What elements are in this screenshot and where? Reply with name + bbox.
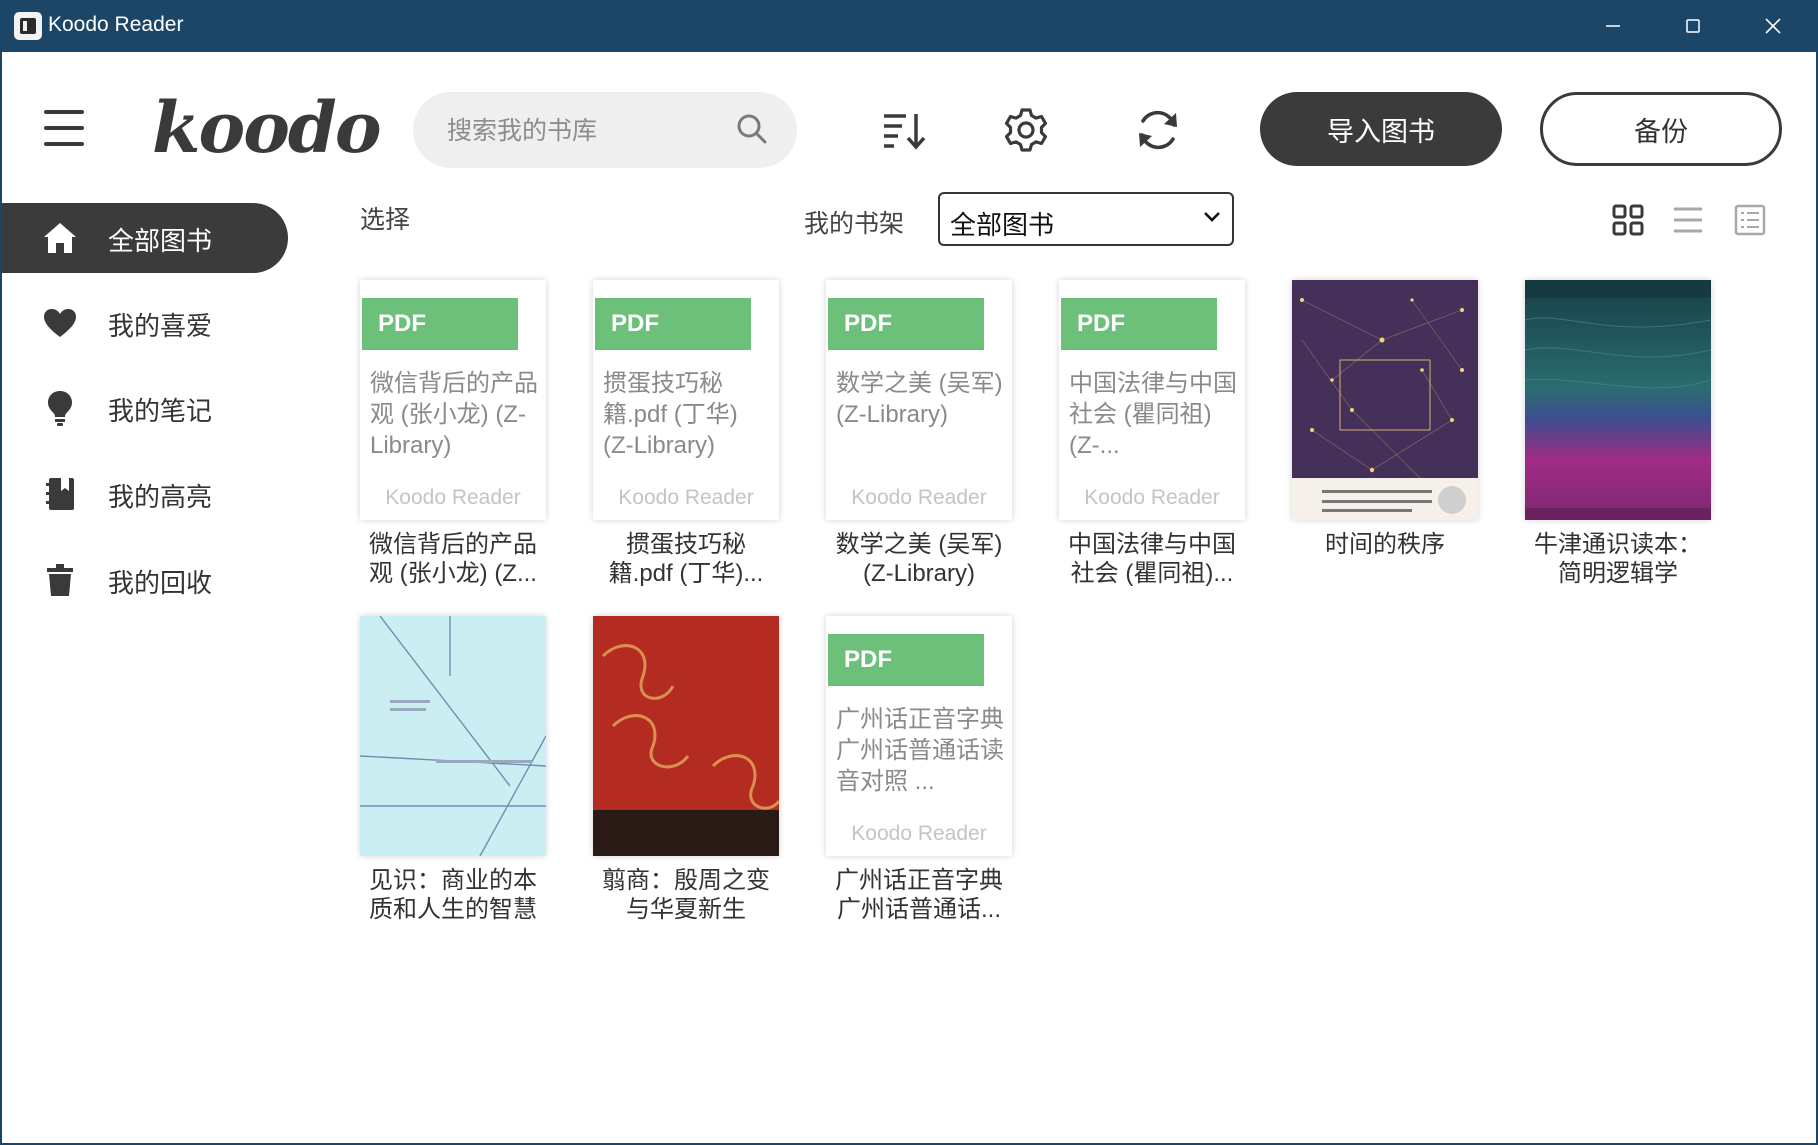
highlight-book-icon (42, 476, 78, 512)
book-cover[interactable]: PDF 广州话正音字典广州话普通话读音对照 ... Koodo Reader (826, 616, 1012, 856)
cover-title: 微信背后的产品观 (张小龙) (Z-Library) (370, 370, 538, 459)
card-view-icon (1734, 204, 1766, 236)
book-cover[interactable]: PDF 掼蛋技巧秘籍.pdf (丁华) (Z-Library) Koodo Re… (593, 280, 779, 520)
maximize-icon (1686, 19, 1700, 33)
cover-image (1525, 280, 1711, 520)
cover-title: 中国法律与中国社会 (瞿同祖) (Z-... (1069, 370, 1237, 459)
backup-button[interactable]: 备份 (1540, 92, 1782, 166)
book-title: 牛津通识读本： 简明逻辑学 (1534, 531, 1702, 587)
sidebar-item-label: 我的喜爱 (108, 312, 213, 342)
book-title: 时间的秩序 (1325, 531, 1445, 558)
book-title: 广州话正音字典 广州话普通话... (835, 867, 1003, 923)
book-cover[interactable] (1292, 280, 1478, 520)
sidebar-item-trash[interactable]: 我的回收 (2, 545, 288, 615)
app-logo-icon (14, 12, 42, 40)
select-mode-button[interactable]: 选择 (360, 200, 410, 236)
minimize-icon (1606, 25, 1620, 27)
home-icon (42, 220, 78, 256)
sidebar-item-favorites[interactable]: 我的喜爱 (2, 288, 288, 358)
pdf-badge: PDF (595, 298, 751, 350)
sidebar-item-notes[interactable]: 我的笔记 (2, 373, 288, 443)
minimize-button[interactable] (1578, 0, 1648, 52)
sort-icon (884, 114, 926, 150)
window-title: Koodo Reader (48, 13, 184, 36)
close-button[interactable] (1738, 0, 1808, 52)
list-view-button[interactable] (1670, 202, 1706, 238)
chevron-down-icon (1204, 212, 1220, 222)
sidebar-item-label: 我的笔记 (108, 397, 213, 427)
grid-view-button[interactable] (1610, 202, 1646, 238)
cover-image (593, 616, 779, 856)
shelf-select[interactable]: 全部图书 (938, 192, 1234, 246)
settings-button[interactable] (998, 102, 1054, 158)
book-title: 微信背后的产品观 (张小龙) (Z... (369, 531, 537, 587)
book-title: 掼蛋技巧秘 籍.pdf (丁华)... (608, 531, 764, 587)
book-cover[interactable] (593, 616, 779, 856)
pdf-badge: PDF (362, 298, 518, 350)
gear-icon (1004, 108, 1048, 152)
koodo-logo: koodo (152, 86, 382, 169)
card-view-button[interactable] (1732, 202, 1768, 238)
cover-image (1292, 280, 1478, 520)
book-title: 见识：商业的本 质和人生的智慧 (369, 867, 537, 923)
hamburger-menu-button[interactable] (44, 110, 84, 146)
cover-footer: Koodo Reader (618, 486, 754, 509)
sidebar-item-all-books[interactable]: 全部图书 (2, 203, 288, 273)
sidebar-item-highlights[interactable]: 我的高亮 (2, 459, 288, 529)
cover-image (360, 616, 546, 856)
sync-button[interactable] (1130, 102, 1186, 158)
book-cover[interactable]: PDF 数学之美 (吴军) (Z-Library) Koodo Reader (826, 280, 1012, 520)
shelf-select-value: 全部图书 (950, 211, 1055, 241)
search-input[interactable] (447, 110, 727, 150)
import-books-button[interactable]: 导入图书 (1260, 92, 1502, 166)
grid-view-icon (1612, 204, 1644, 236)
cover-title: 数学之美 (吴军) (Z-Library) (836, 370, 1003, 428)
cover-footer: Koodo Reader (851, 486, 987, 509)
shelf-label: 我的书架 (804, 209, 905, 238)
cover-title: 广州话正音字典广州话普通话读音对照 ... (836, 706, 1004, 795)
trash-icon (42, 562, 78, 598)
book-cover[interactable]: PDF 中国法律与中国社会 (瞿同祖) (Z-... Koodo Reader (1059, 280, 1245, 520)
sort-button[interactable] (876, 102, 932, 158)
cover-footer: Koodo Reader (1084, 486, 1220, 509)
lightbulb-icon (42, 390, 78, 426)
list-view-icon (1674, 207, 1702, 233)
sidebar-item-label: 全部图书 (108, 227, 213, 257)
search-box[interactable] (413, 92, 797, 168)
book-cover[interactable] (360, 616, 546, 856)
search-icon[interactable] (735, 112, 769, 146)
cover-footer: Koodo Reader (385, 486, 521, 509)
sidebar-item-label: 我的回收 (108, 569, 213, 599)
book-cover[interactable] (1525, 280, 1711, 520)
cover-footer: Koodo Reader (851, 822, 987, 845)
pdf-badge: PDF (1061, 298, 1217, 350)
book-title: 中国法律与中国 社会 (瞿同祖)... (1068, 531, 1236, 587)
pdf-badge: PDF (828, 634, 984, 686)
title-bar: Koodo Reader (0, 0, 1818, 52)
maximize-button[interactable] (1658, 0, 1728, 52)
book-cover[interactable]: PDF 微信背后的产品观 (张小龙) (Z-Library) Koodo Rea… (360, 280, 546, 520)
heart-icon (42, 305, 78, 341)
sidebar-item-label: 我的高亮 (108, 483, 213, 513)
sync-icon (1139, 110, 1177, 150)
book-title: 翦商：殷周之变 与华夏新生 (602, 867, 770, 923)
pdf-badge: PDF (828, 298, 984, 350)
book-title: 数学之美 (吴军) (Z-Library) (835, 531, 1003, 587)
cover-title: 掼蛋技巧秘籍.pdf (丁华) (Z-Library) (603, 370, 738, 459)
close-icon (1765, 18, 1781, 34)
